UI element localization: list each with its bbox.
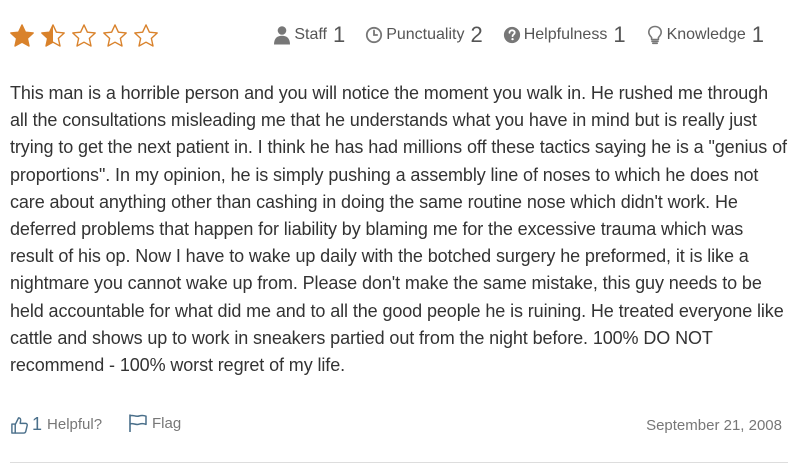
question-circle-icon	[503, 26, 520, 44]
lightbulb-icon	[647, 25, 662, 45]
review-header: Staff 1 Punctuality 2 Helpfulness 1 Know…	[8, 18, 788, 54]
person-icon	[274, 26, 291, 45]
divider	[10, 462, 788, 463]
rating-value: 1	[332, 22, 346, 47]
rating-label: Knowledge	[666, 26, 746, 43]
clock-icon	[366, 26, 383, 44]
star-empty-icon	[103, 24, 127, 47]
star-full-icon	[10, 24, 34, 47]
flag-icon	[129, 414, 147, 432]
review-footer: 1 Helpful? Flag September 21, 2008	[10, 414, 782, 440]
helpful-button[interactable]: 1 Helpful?	[10, 414, 102, 435]
star-empty-icon	[134, 24, 158, 47]
rating-staff: Staff 1	[273, 22, 345, 48]
rating-label: Staff	[294, 26, 327, 43]
helpful-label: Helpful?	[47, 416, 103, 433]
thumbs-up-icon	[11, 416, 28, 434]
star-rating	[8, 22, 160, 50]
rating-label: Punctuality	[386, 26, 465, 43]
flag-label: Flag	[152, 414, 182, 432]
star-empty-icon	[72, 24, 96, 47]
rating-knowledge: Knowledge 1	[646, 22, 764, 48]
review-text: This man is a horrible person and you wi…	[10, 83, 787, 376]
flag-button[interactable]: Flag	[128, 414, 181, 432]
sub-ratings: Staff 1 Punctuality 2 Helpfulness 1 Know…	[273, 18, 764, 52]
rating-value: 1	[751, 22, 764, 47]
review-card: Staff 1 Punctuality 2 Helpfulness 1 Know…	[0, 0, 798, 467]
review-date: September 21, 2008	[646, 417, 782, 434]
rating-value: 2	[470, 22, 483, 47]
rating-label: Helpfulness	[523, 26, 608, 43]
rating-value: 1	[613, 22, 626, 47]
rating-helpfulness: Helpfulness 1	[503, 22, 626, 48]
helpful-count: 1	[32, 414, 43, 434]
star-half-icon	[41, 24, 65, 47]
rating-punctuality: Punctuality 2	[365, 22, 483, 48]
